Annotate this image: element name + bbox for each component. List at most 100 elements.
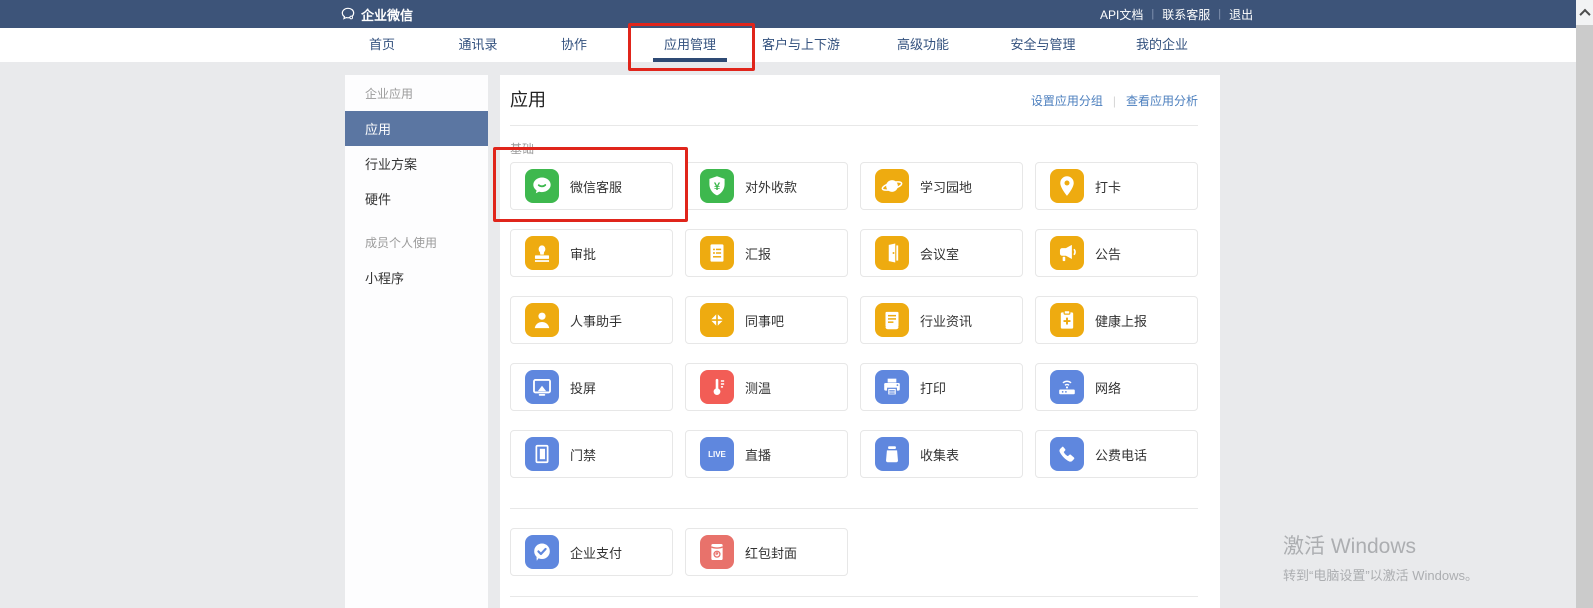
topbar-link-1[interactable]: API文档	[1100, 6, 1143, 23]
nav-tab-1[interactable]: 首页	[369, 28, 395, 62]
panel-action-1[interactable]: 设置应用分组	[1031, 92, 1103, 109]
sidebar-item[interactable]: 硬件	[345, 181, 488, 216]
nav-tab-3[interactable]: 协作	[561, 28, 587, 62]
phone-icon	[1050, 437, 1084, 471]
panel-header: 应用 设置应用分组 | 查看应用分析	[510, 75, 1198, 112]
app-card[interactable]: 审批	[510, 229, 673, 277]
app-card[interactable]: 汇报	[685, 229, 848, 277]
sidebar-item[interactable]: 应用	[345, 111, 488, 146]
location-pin-icon	[1050, 169, 1084, 203]
svg-text:¥: ¥	[714, 181, 721, 193]
door-icon	[875, 236, 909, 270]
topbar-link-2[interactable]: 联系客服	[1162, 6, 1210, 23]
person-icon	[525, 303, 559, 337]
nav-tab-7[interactable]: 安全与管理	[1010, 28, 1075, 62]
chat-bubble-icon	[525, 169, 559, 203]
nav-tab-2[interactable]: 通讯录	[458, 28, 497, 62]
app-card-label: 会议室	[920, 244, 959, 263]
shield-yuan-icon: ¥	[700, 169, 734, 203]
app-card-label: 投屏	[570, 378, 596, 397]
app-card-label: 人事助手	[570, 311, 622, 330]
app-card[interactable]: 人事助手	[510, 296, 673, 344]
page-title: 应用	[510, 88, 546, 112]
panel-action-separator: |	[1113, 94, 1116, 108]
app-card[interactable]: 行业资讯	[860, 296, 1023, 344]
app-card[interactable]: 收集表	[860, 430, 1023, 478]
brand: 企业微信	[340, 0, 413, 28]
app-card-label: 汇报	[745, 244, 771, 263]
topbar-link-separator: |	[1151, 8, 1154, 20]
news-doc-icon	[875, 303, 909, 337]
app-card[interactable]: 打印	[860, 363, 1023, 411]
vertical-scrollbar[interactable]	[1576, 0, 1593, 608]
pay-check-icon	[525, 535, 559, 569]
app-card[interactable]: 企业支付	[510, 528, 673, 576]
nav-tab-5[interactable]: 客户与上下游	[762, 28, 840, 62]
app-card-label: 公费电话	[1095, 445, 1147, 464]
scroll-up-button[interactable]	[1576, 0, 1593, 25]
planet-icon	[875, 169, 909, 203]
screen-cast-icon	[525, 370, 559, 404]
group-label-basic: 基础	[510, 142, 1198, 156]
svg-text:LIVE: LIVE	[708, 450, 726, 459]
nav-tab-6[interactable]: 高级功能	[897, 28, 949, 62]
group-divider	[510, 508, 1198, 509]
header-divider	[510, 125, 1198, 126]
screen: 企业微信 API文档 | 联系客服 | 退出 首页 通讯录 协作 应用管理 客户与上下游 高级功能…	[0, 0, 1593, 608]
sidebar-section-gap	[345, 216, 488, 224]
app-card[interactable]: 打卡	[1035, 162, 1198, 210]
report-doc-icon	[700, 236, 734, 270]
app-card-label: 微信客服	[570, 177, 622, 196]
panel-actions: 设置应用分组 | 查看应用分析	[1031, 92, 1198, 112]
app-card-label: 学习园地	[920, 177, 972, 196]
app-card[interactable]: 门禁	[510, 430, 673, 478]
sidebar-item[interactable]: 小程序	[345, 260, 488, 295]
nav-tab-4[interactable]: 应用管理	[664, 28, 716, 62]
app-card[interactable]: 微信客服	[510, 162, 673, 210]
door-access-icon	[525, 437, 559, 471]
thermometer-icon	[700, 370, 734, 404]
app-card[interactable]: 网络	[1035, 363, 1198, 411]
collect-box-icon	[875, 437, 909, 471]
router-icon	[1050, 370, 1084, 404]
app-card[interactable]: 投屏	[510, 363, 673, 411]
app-card-label: 审批	[570, 244, 596, 263]
app-card[interactable]: 红包封面	[685, 528, 848, 576]
topbar-link-3[interactable]: 退出	[1229, 6, 1253, 23]
app-card-label: 对外收款	[745, 177, 797, 196]
sidebar-section-label: 成员个人使用	[345, 224, 488, 260]
app-card[interactable]: 学习园地	[860, 162, 1023, 210]
app-card-label: 打印	[920, 378, 946, 397]
bottom-divider	[510, 596, 1198, 597]
wecom-logo-icon	[340, 6, 356, 22]
megaphone-icon	[1050, 236, 1084, 270]
brand-name: 企业微信	[361, 5, 413, 24]
panel-action-2[interactable]: 查看应用分析	[1126, 92, 1198, 109]
app-card-label: 门禁	[570, 445, 596, 464]
app-card[interactable]: 公费电话	[1035, 430, 1198, 478]
app-card-label: 打卡	[1095, 177, 1121, 196]
app-card[interactable]: 测温	[685, 363, 848, 411]
app-card[interactable]: ¥ 对外收款	[685, 162, 848, 210]
clipboard-plus-icon	[1050, 303, 1084, 337]
app-card[interactable]: 同事吧	[685, 296, 848, 344]
app-card[interactable]: 公告	[1035, 229, 1198, 277]
printer-icon	[875, 370, 909, 404]
app-card[interactable]: 会议室	[860, 229, 1023, 277]
app-card[interactable]: LIVE直播	[685, 430, 848, 478]
chevron-up-icon	[1579, 8, 1590, 19]
app-grid-basic: 微信客服 ¥ 对外收款 学习园地 打卡审批 汇报 会议室 公告人事助手 同事吧行业资讯健康上报投…	[510, 162, 1198, 478]
app-card-label: 企业支付	[570, 543, 622, 562]
watermark-subtitle: 转到“电脑设置”以激活 Windows。	[1283, 565, 1478, 584]
app-grid-pay: 企业支付 红包封面	[510, 528, 1198, 576]
topbar-links: API文档 | 联系客服 | 退出	[1100, 0, 1253, 28]
app-card[interactable]: 健康上报	[1035, 296, 1198, 344]
live-icon: LIVE	[700, 437, 734, 471]
topbar-link-separator: |	[1218, 8, 1221, 20]
windows-activation-watermark: 激活 Windows 转到“电脑设置”以激活 Windows。	[1283, 530, 1478, 584]
diamond-icon	[700, 303, 734, 337]
sidebar-item[interactable]: 行业方案	[345, 146, 488, 181]
nav-tab-8[interactable]: 我的企业	[1136, 28, 1188, 62]
navbar: 首页 通讯录 协作 应用管理 客户与上下游 高级功能 安全与管理 我的企业	[0, 28, 1576, 62]
app-card-label: 红包封面	[745, 543, 797, 562]
